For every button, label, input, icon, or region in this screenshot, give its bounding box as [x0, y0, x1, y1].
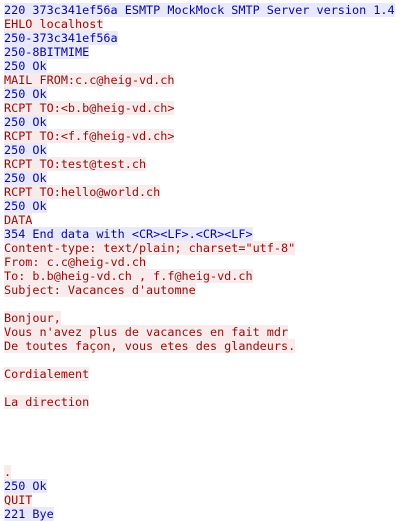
stream-text: 250 Ok	[4, 115, 47, 129]
server-line: 250 Ok	[4, 59, 418, 73]
server-line: 250-373c341ef56a	[4, 31, 418, 45]
client-line	[4, 297, 418, 311]
client-line: Content-type: text/plain; charset="utf-8…	[4, 241, 418, 255]
stream-text: 221 Bye	[4, 507, 54, 521]
client-line: Vous n'avez plus de vacances en fait mdr	[4, 325, 418, 339]
client-line	[4, 353, 418, 367]
server-line: 221 Bye	[4, 507, 418, 521]
server-line: 250 Ok	[4, 199, 418, 213]
stream-text: Cordialement	[4, 367, 90, 381]
server-line: 250 Ok	[4, 87, 418, 101]
stream-text: EHLO localhost	[4, 17, 104, 31]
client-line: .	[4, 465, 418, 479]
client-line: RCPT TO:<f.f@heig-vd.ch>	[4, 129, 418, 143]
stream-text: 250-8BITMIME	[4, 45, 90, 59]
stream-text: La direction	[4, 395, 90, 409]
server-line: 250 Ok	[4, 171, 418, 185]
client-line: RCPT TO:<b.b@heig-vd.ch>	[4, 101, 418, 115]
stream-text: Subject: Vacances d'automne	[4, 283, 196, 297]
server-line: 250 Ok	[4, 115, 418, 129]
server-line: 250-8BITMIME	[4, 45, 418, 59]
stream-text: 250 Ok	[4, 59, 47, 73]
stream-text: De toutes façon, vous etes des glandeurs…	[4, 339, 296, 353]
client-line: MAIL FROM:c.c@heig-vd.ch	[4, 73, 418, 87]
stream-text: 250 Ok	[4, 171, 47, 185]
client-line	[4, 423, 418, 437]
client-line: La direction	[4, 395, 418, 409]
client-line: To: b.b@heig-vd.ch , f.f@heig-vd.ch	[4, 269, 418, 283]
stream-text: RCPT TO:test@test.ch	[4, 157, 147, 171]
stream-text: 250-373c341ef56a	[4, 31, 118, 45]
client-line	[4, 451, 418, 465]
stream-text: Bonjour,	[4, 311, 61, 325]
client-line: EHLO localhost	[4, 17, 418, 31]
stream-text: 354 End data with <CR><LF>.<CR><LF>	[4, 227, 253, 241]
stream-text: .	[4, 465, 12, 479]
stream-text: Vous n'avez plus de vacances en fait mdr	[4, 325, 289, 339]
stream-text: MAIL FROM:c.c@heig-vd.ch	[4, 73, 175, 87]
tcp-stream-view: 220 373c341ef56a ESMTP MockMock SMTP Ser…	[4, 3, 418, 521]
client-line	[4, 437, 418, 451]
server-line: 220 373c341ef56a ESMTP MockMock SMTP Ser…	[4, 3, 418, 17]
client-line: Subject: Vacances d'automne	[4, 283, 418, 297]
stream-text: RCPT TO:hello@world.ch	[4, 185, 161, 199]
client-line	[4, 381, 418, 395]
client-line: RCPT TO:test@test.ch	[4, 157, 418, 171]
stream-text: 250 Ok	[4, 87, 47, 101]
stream-text: QUIT	[4, 493, 33, 507]
client-line: Bonjour,	[4, 311, 418, 325]
stream-text: 250 Ok	[4, 479, 47, 493]
client-line: RCPT TO:hello@world.ch	[4, 185, 418, 199]
stream-text: DATA	[4, 213, 33, 227]
client-line: De toutes façon, vous etes des glandeurs…	[4, 339, 418, 353]
stream-text: 250 Ok	[4, 199, 47, 213]
client-line: From: c.c@heig-vd.ch	[4, 255, 418, 269]
client-line: QUIT	[4, 493, 418, 507]
stream-text: From: c.c@heig-vd.ch	[4, 255, 147, 269]
stream-text: RCPT TO:<b.b@heig-vd.ch>	[4, 101, 175, 115]
client-line	[4, 409, 418, 423]
stream-text: To: b.b@heig-vd.ch , f.f@heig-vd.ch	[4, 269, 253, 283]
client-line: Cordialement	[4, 367, 418, 381]
client-line: DATA	[4, 213, 418, 227]
stream-text: Content-type: text/plain; charset="utf-8…	[4, 241, 296, 255]
server-line: 250 Ok	[4, 143, 418, 157]
stream-text: RCPT TO:<f.f@heig-vd.ch>	[4, 129, 175, 143]
server-line: 250 Ok	[4, 479, 418, 493]
stream-text: 220 373c341ef56a ESMTP MockMock SMTP Ser…	[4, 3, 395, 17]
server-line: 354 End data with <CR><LF>.<CR><LF>	[4, 227, 418, 241]
stream-text: 250 Ok	[4, 143, 47, 157]
